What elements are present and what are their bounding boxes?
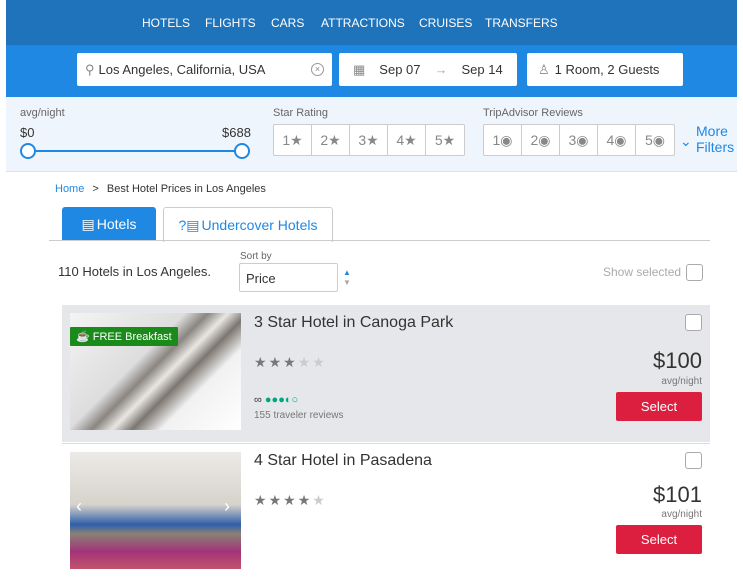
tripadvisor-rating: ∞ ●●●◐○: [254, 394, 299, 406]
price-slider-min-handle[interactable]: [20, 143, 36, 159]
hotel-name[interactable]: 3 Star Hotel in Canoga Park: [254, 314, 453, 332]
star-rating-label: Star Rating: [273, 107, 329, 119]
star-filter-4[interactable]: 4 ★: [388, 125, 426, 155]
filter-bar: avg/night $0 $688 Star Rating 1 ★ 2 ★ 3 ★ 4…: [6, 97, 737, 172]
clear-icon[interactable]: ×: [311, 63, 324, 76]
sort-direction-toggle[interactable]: ▲ ▼: [343, 268, 351, 288]
coffee-icon: ☕: [76, 331, 90, 343]
price-slider-max-handle[interactable]: [234, 143, 250, 159]
location-input[interactable]: ⚲ Los Angeles, California, USA ×: [77, 53, 332, 86]
hotel-icon: ▤: [81, 215, 95, 232]
nav-flights[interactable]: FLIGHTS: [205, 16, 256, 30]
ta-filter-4[interactable]: 4 ◉: [598, 125, 636, 155]
star-icon: ★: [297, 492, 313, 508]
nav-cars[interactable]: CARS: [271, 16, 304, 30]
star-icon: ★: [254, 354, 269, 370]
sort-select[interactable]: Price: [239, 263, 338, 292]
arrow-right-icon: →: [434, 62, 448, 77]
price-label: avg/night: [20, 107, 65, 119]
hotel-card: ☕ FREE Breakfast 3 Star Hotel in Canoga …: [62, 305, 710, 442]
select-button[interactable]: Select: [616, 392, 702, 421]
show-selected-checkbox[interactable]: [686, 264, 703, 281]
ta-filter-1[interactable]: 1 ◉: [484, 125, 522, 155]
price-max: $688: [222, 125, 251, 140]
location-value: Los Angeles, California, USA: [98, 62, 266, 77]
price-unit: avg/night: [661, 376, 702, 387]
star-icon: ★: [297, 354, 313, 370]
ta-filter-2[interactable]: 2 ◉: [522, 125, 560, 155]
star-rating: ★★★★★: [254, 354, 327, 371]
star-icon: ★: [283, 354, 298, 370]
tab-undercover-hotels[interactable]: ?▤ Undercover Hotels: [163, 207, 333, 242]
compare-checkbox[interactable]: [685, 452, 702, 469]
star-filter-2[interactable]: 2 ★: [312, 125, 350, 155]
breadcrumb-home[interactable]: Home: [55, 183, 84, 195]
star-filter-5[interactable]: 5 ★: [426, 125, 464, 155]
ta-filter-5[interactable]: 5 ◉: [636, 125, 674, 155]
undercover-hotel-icon: ?▤: [178, 216, 200, 233]
show-selected-label: Show selected: [603, 265, 682, 279]
review-count[interactable]: 155 traveler reviews: [254, 410, 343, 421]
price-min: $0: [20, 125, 35, 140]
nav-cruises[interactable]: CRUISES: [419, 16, 472, 30]
date-picker[interactable]: ▦ Sep 07 → Sep 14: [339, 53, 517, 86]
results-count: 110 Hotels in Los Angeles.: [58, 264, 211, 279]
star-icon: ★: [268, 492, 284, 508]
checkout-date: Sep 14: [461, 62, 503, 77]
chevron-down-icon: ⌄: [680, 133, 692, 149]
tab-hotels[interactable]: ▤ Hotels: [62, 207, 156, 241]
hotel-price: $101: [653, 482, 702, 507]
hotel-photo[interactable]: [70, 452, 241, 569]
tripadvisor-owl-icon: ∞: [254, 394, 262, 406]
chevron-right-icon[interactable]: ›: [224, 496, 230, 517]
nav-hotels[interactable]: HOTELS: [142, 16, 190, 30]
hotel-price: $100: [653, 348, 702, 373]
star-rating: ★★★★★: [254, 492, 327, 509]
tripadvisor-filter: 1 ◉ 2 ◉ 3 ◉ 4 ◉ 5 ◉: [483, 124, 675, 156]
price-unit: avg/night: [661, 509, 702, 520]
tabs-divider: [49, 240, 710, 241]
price-slider-track: [28, 150, 243, 152]
star-rating-filter: 1 ★ 2 ★ 3 ★ 4 ★ 5 ★: [273, 124, 465, 156]
calendar-icon: ▦: [353, 61, 366, 77]
free-breakfast-badge: ☕ FREE Breakfast: [70, 327, 178, 346]
star-filter-3[interactable]: 3 ★: [350, 125, 388, 155]
breadcrumb: Home > Best Hotel Prices in Los Angeles: [55, 183, 266, 195]
star-icon: ★: [283, 492, 298, 508]
more-filters-button[interactable]: ⌄ More Filters: [680, 123, 734, 155]
checkin-date: Sep 07: [379, 62, 421, 77]
tripadvisor-label: TripAdvisor Reviews: [483, 107, 583, 119]
top-nav: HOTELS FLIGHTS CARS ATTRACTIONS CRUISES …: [6, 0, 737, 45]
person-icon: ♙: [538, 61, 550, 77]
search-bar: ⚲ Los Angeles, California, USA × ▦ Sep 0…: [6, 45, 737, 97]
chevron-left-icon[interactable]: ‹: [76, 496, 82, 517]
guests-selector[interactable]: ♙ 1 Room, 2 Guests: [527, 53, 683, 86]
nav-transfers[interactable]: TRANSFERS: [485, 16, 558, 30]
guests-value: 1 Room, 2 Guests: [554, 62, 660, 77]
hotel-name[interactable]: 4 Star Hotel in Pasadena: [254, 452, 432, 470]
compare-checkbox[interactable]: [685, 314, 702, 331]
star-icon: ★: [312, 354, 327, 370]
star-filter-1[interactable]: 1 ★: [274, 125, 312, 155]
breadcrumb-current: Best Hotel Prices in Los Angeles: [106, 183, 266, 195]
ta-filter-3[interactable]: 3 ◉: [560, 125, 598, 155]
hotel-card: ‹ › 4 Star Hotel in Pasadena ★★★★★ $101 …: [62, 443, 710, 583]
star-icon: ★: [312, 492, 327, 508]
star-icon: ★: [254, 492, 269, 508]
nav-attractions[interactable]: ATTRACTIONS: [321, 16, 405, 30]
sort-label: Sort by: [240, 251, 272, 262]
star-icon: ★: [268, 354, 284, 370]
select-button[interactable]: Select: [616, 525, 702, 554]
search-icon: ⚲: [85, 61, 95, 77]
